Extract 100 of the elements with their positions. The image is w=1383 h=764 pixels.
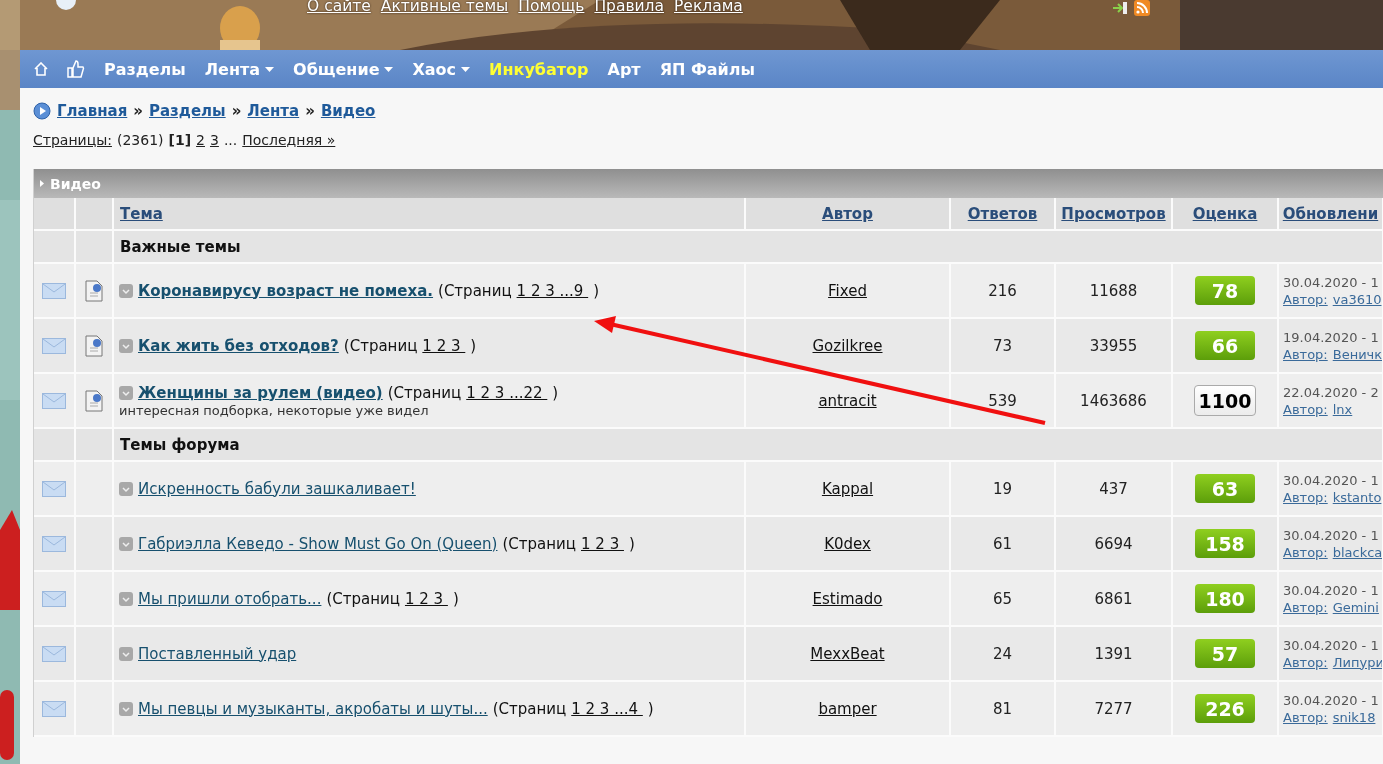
topic-link[interactable]: Габриэлла Кеведо - Show Must Go On (Queen) [138,534,498,553]
nav-link[interactable]: Общение [293,59,394,79]
author-label-link[interactable]: Автор: [1283,400,1328,418]
last-author-link[interactable]: Веничк [1332,345,1382,363]
author-label-link[interactable]: Автор: [1283,598,1328,616]
author-link[interactable]: K0dex [824,534,871,553]
page-link[interactable]: 3 [210,132,219,148]
author-link[interactable]: bamper [818,699,877,718]
chevron-icon [119,646,133,661]
topic-link[interactable]: Мы пришли отобрать... [138,589,322,608]
update-date: 30.04.2020 - 1 [1283,526,1380,544]
breadcrumb-separator: » [133,101,143,120]
last-author-link[interactable]: blackca [1332,543,1382,561]
author-link[interactable]: Estimado [812,589,883,608]
envelope-icon [42,700,66,717]
column-heading[interactable]: Тема [120,204,163,223]
pages-suffix: ) [647,699,654,718]
chevron-icon [119,536,133,551]
topic-pages-link[interactable]: 1 2 3 ...9 [516,281,589,300]
section-title: Темы форума [119,435,240,454]
breadcrumb-link[interactable]: Разделы [149,101,226,120]
update-date: 22.04.2020 - 2 [1283,383,1379,401]
last-author-link[interactable]: lnx [1332,400,1353,418]
page-link[interactable]: 2 [196,132,205,148]
views-cell: 437 [1056,462,1173,517]
nav-link[interactable]: Разделы [104,59,186,79]
views-cell: 33955 [1056,319,1173,374]
topic-link[interactable]: Коронавирусу возраст не помеха. [138,281,434,300]
column-heading[interactable]: Обновлени [1282,204,1379,223]
pages-suffix: ) [552,383,559,402]
topic-link[interactable]: Поставленный удар [138,644,297,663]
author-link[interactable]: antracit [818,391,877,410]
author-label-link[interactable]: Автор: [1283,290,1328,308]
topic-pages-link[interactable]: 1 2 3 [581,534,624,553]
topic-pages-link[interactable]: 1 2 3 ...4 [571,699,643,718]
last-author-link[interactable]: va3610 [1332,290,1382,308]
column-heading[interactable]: Ответов [967,204,1038,223]
current-page: [1] [168,132,192,148]
author-link[interactable]: Fixed [828,281,867,300]
author-label-link[interactable]: Автор: [1283,488,1328,506]
author-label-link[interactable]: Автор: [1283,708,1328,726]
rating-badge: 158 [1195,529,1255,558]
replies-cell: 216 [951,264,1056,319]
envelope-icon [42,480,66,497]
replies-cell: 81 [951,682,1056,737]
author-label-link[interactable]: Автор: [1283,543,1328,561]
rating-badge: 63 [1195,474,1255,503]
pages-prefix: (Страниц [326,589,400,608]
forum-title: Видео [50,175,101,192]
breadcrumb-link[interactable]: Главная [57,101,128,120]
caret-icon [384,66,394,72]
breadcrumb-link[interactable]: Видео [320,101,376,120]
breadcrumb-separator: » [305,101,315,120]
thumbs-up-icon[interactable] [67,60,85,78]
topic-link[interactable]: Как жить без отходов? [138,336,339,355]
envelope-icon [42,645,66,662]
last-author-link[interactable]: kstanto [1332,488,1382,506]
topic-link[interactable]: Искренность бабули зашкаливает! [138,479,416,498]
rating-badge: 57 [1195,639,1255,668]
last-author-link[interactable]: Липури [1332,653,1382,671]
column-heading[interactable]: Оценка [1192,204,1258,223]
author-link[interactable]: MexxBeat [810,644,885,663]
author-link[interactable]: Kappal [821,479,874,498]
header-cell [34,198,76,231]
replies-cell: 73 [951,319,1056,374]
nav-link[interactable]: Хаос [412,59,471,79]
nav-link[interactable]: Лента [204,59,275,79]
play-icon [33,101,51,120]
last-page-link[interactable]: Последняя » [242,132,336,148]
topic-pages-link[interactable]: 1 2 3 [422,336,466,355]
update-date: 19.04.2020 - 1 [1283,328,1380,346]
views-cell: 1463686 [1056,374,1173,429]
column-heading[interactable]: Просмотров [1061,204,1166,223]
pages-prefix: (Страниц [502,534,576,553]
author-label-link[interactable]: Автор: [1283,345,1328,363]
last-author-link[interactable]: Gemini [1332,598,1379,616]
topic-pages-link[interactable]: 1 2 3 ...22 [466,383,548,402]
pages-suffix: ) [628,534,635,553]
last-author-link[interactable]: snik18 [1332,708,1376,726]
author-label-link[interactable]: Автор: [1283,653,1328,671]
pages-label[interactable]: Страницы: [33,132,112,148]
pages-suffix: ) [470,336,477,355]
home-icon[interactable] [34,62,48,76]
topic-link[interactable]: Женщины за рулем (видео) [138,383,383,402]
views-cell: 6694 [1056,517,1173,572]
nav-link[interactable]: Арт [607,59,641,79]
breadcrumb-link[interactable]: Лента [247,101,300,120]
topic-link[interactable]: Мы певцы и музыканты, акробаты и шуты... [138,699,488,718]
chevron-icon [119,283,133,298]
nav-link[interactable]: ЯП Файлы [659,59,755,79]
topic-pages-link[interactable]: 1 2 3 [404,589,448,608]
column-heading[interactable]: Автор [822,204,873,223]
rating-badge: 180 [1195,584,1255,613]
views-cell: 11688 [1056,264,1173,319]
chevron-icon [119,385,133,400]
replies-cell: 61 [951,517,1056,572]
pages-prefix: (Страниц [387,383,462,402]
author-link[interactable]: Gozilkree [812,336,883,355]
rating-badge: 1100 [1194,385,1256,416]
page-count: (2361) [116,132,164,148]
